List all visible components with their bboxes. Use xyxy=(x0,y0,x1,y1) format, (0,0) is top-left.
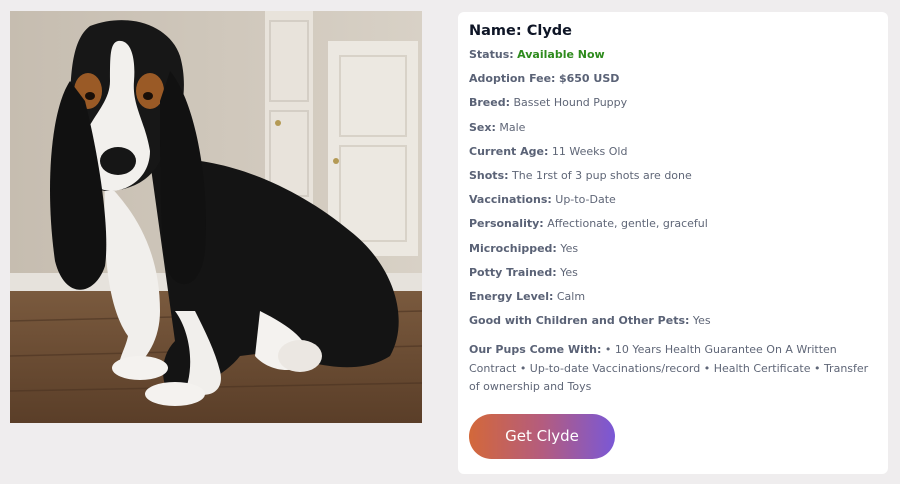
detail-key: Energy Level: xyxy=(469,289,554,303)
detail-row-shots: Shots: The 1rst of 3 pup shots are done xyxy=(469,169,877,193)
detail-row-good-with-children: Good with Children and Other Pets: Yes xyxy=(469,314,877,338)
detail-row-vaccinations: Vaccinations: Up-to-Date xyxy=(469,193,877,217)
puppy-photo xyxy=(10,11,422,423)
detail-key: Potty Trained: xyxy=(469,265,557,279)
detail-key: Personality: xyxy=(469,217,544,231)
detail-row-potty-trained: Potty Trained: Yes xyxy=(469,266,877,290)
detail-key: Sex: xyxy=(469,120,496,134)
detail-key: Adoption Fee: xyxy=(469,72,556,86)
detail-row-energy-level: Energy Level: Calm xyxy=(469,290,877,314)
basset-hound-image xyxy=(10,11,422,423)
detail-row-personality: Personality: Affectionate, gentle, grace… xyxy=(469,217,877,241)
detail-row-breed: Breed: Basset Hound Puppy xyxy=(469,96,877,120)
pup-name-label: Name: xyxy=(469,23,522,39)
detail-row-status: Status: Available Now xyxy=(469,48,877,72)
detail-value: Yes xyxy=(692,314,711,328)
pups-come-with-label: Our Pups Come With: xyxy=(469,343,602,357)
detail-value: Affectionate, gentle, graceful xyxy=(547,217,708,231)
detail-value: Up-to-Date xyxy=(555,193,616,207)
detail-value: 11 Weeks Old xyxy=(551,144,628,158)
detail-row-current-age: Current Age: 11 Weeks Old xyxy=(469,145,877,169)
detail-key: Status: xyxy=(469,48,514,61)
adoption-fee-value: $650 USD xyxy=(558,72,620,86)
detail-value: Calm xyxy=(556,289,586,303)
detail-key: Microchipped: xyxy=(469,241,557,255)
detail-value: Male xyxy=(499,120,526,134)
detail-row-microchipped: Microchipped: Yes xyxy=(469,242,877,266)
detail-key: Shots: xyxy=(469,168,509,182)
detail-key: Breed: xyxy=(469,96,511,110)
status-badge: Available Now xyxy=(517,48,605,61)
detail-value: Yes xyxy=(560,241,579,255)
get-pup-button[interactable]: Get Clyde xyxy=(469,413,615,459)
detail-value: Basset Hound Puppy xyxy=(513,96,628,110)
detail-value: Yes xyxy=(560,265,578,279)
detail-key: Good with Children and Other Pets: xyxy=(469,314,690,328)
detail-row-sex: Sex: Male xyxy=(469,121,877,145)
detail-key: Vaccinations: xyxy=(469,193,552,207)
pup-name-value: Clyde xyxy=(526,23,573,39)
pups-come-with: Our Pups Come With: • 10 Years Health Gu… xyxy=(469,341,879,397)
detail-row-adoption-fee: Adoption Fee: $650 USD xyxy=(469,72,877,96)
pup-name: Name: Clyde xyxy=(469,22,877,40)
detail-key: Current Age: xyxy=(469,144,549,158)
detail-value: The 1rst of 3 pup shots are done xyxy=(512,168,692,182)
pup-details-card: Name: Clyde Status: Available Now Adopti… xyxy=(458,12,888,474)
